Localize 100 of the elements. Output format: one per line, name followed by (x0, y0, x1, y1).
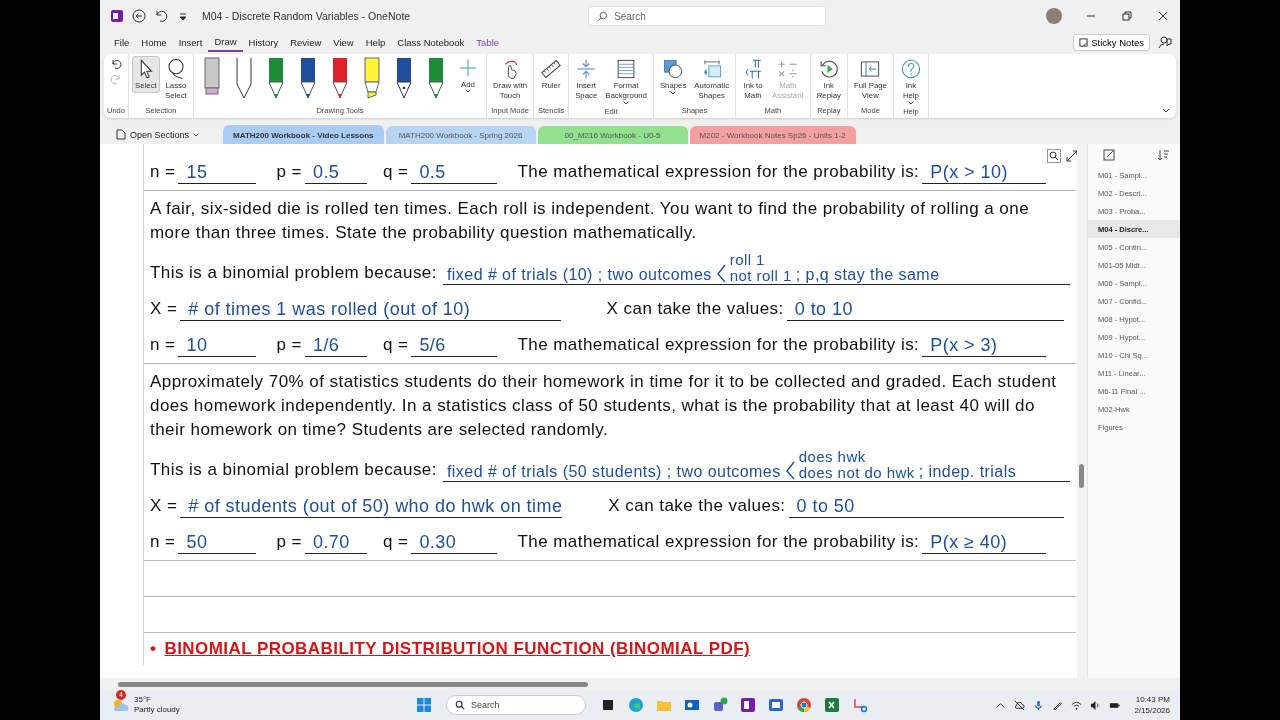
avatar[interactable] (1046, 8, 1062, 24)
shapes-icon (662, 58, 685, 80)
field-label: The mathematical expression for the probability is: (517, 162, 920, 183)
sort-icon[interactable] (1156, 148, 1170, 162)
chrome-icon[interactable] (796, 697, 812, 713)
browser-icon[interactable] (628, 697, 644, 713)
menu-tab[interactable]: History (242, 33, 285, 51)
answer-line: P(x > 3) (922, 334, 1047, 357)
undo-icon[interactable] (154, 9, 168, 23)
answer-line: fixed # of trials (50 students) ; two outcomes does hwk does not do hwk ; indep. trials (442, 449, 1070, 482)
caret-icon (193, 132, 200, 137)
answer-line: 50 (178, 531, 257, 554)
expand-icon[interactable] (1065, 149, 1077, 163)
menu-tab[interactable]: Review (284, 33, 328, 51)
menu-tab[interactable]: Draw (208, 32, 243, 52)
answer-line: 0.5 (304, 161, 367, 184)
open-sections-button[interactable]: Open Sections (110, 128, 206, 144)
pen-icon[interactable] (426, 56, 445, 100)
field-label: p = (276, 335, 302, 356)
menu-tab[interactable]: Help (359, 33, 392, 51)
app-logo-icon (110, 9, 124, 23)
question-text: Approximately 70% of statistics students do their homework in time for it to be collected and graded. Each student does homework independently. In a statistics class of 50 students, what is the probability that at least 40 will do their homework on time? Students are selected randomly. (150, 371, 1058, 441)
search-icon (597, 10, 609, 22)
menu-tab[interactable]: Table (470, 33, 506, 51)
answer-line: 1/6 (304, 334, 367, 357)
question-text: A fair, six-sided die is rolled ten times. Each roll is independent. You want to find the probability of rolling a one more than three times. State the probability question mathematically. (150, 198, 1031, 244)
menu-tab[interactable]: Home (135, 33, 173, 51)
operators-icon (776, 58, 799, 80)
field-label: This is a binomial problem because: (150, 263, 437, 284)
answer-line: fixed # of trials (10) ; two outcomes roll 1 not roll 1 ; p,q stay the same (442, 252, 1070, 285)
field-label: X = (150, 299, 178, 320)
pen-icon[interactable] (1052, 699, 1064, 711)
mail-app-icon[interactable] (684, 697, 700, 713)
restore-icon[interactable] (1120, 9, 1134, 23)
field-label: n = (150, 335, 176, 356)
start-icon[interactable] (416, 697, 432, 713)
field-label: q = (382, 532, 409, 553)
pen-icon[interactable] (298, 56, 317, 100)
close-icon[interactable] (1156, 9, 1170, 23)
field-label: n = (150, 162, 176, 183)
answer-line: P(x > 10) (922, 161, 1047, 184)
answer-line: 0.5 (411, 161, 498, 184)
menu-tab[interactable]: View (327, 33, 360, 51)
pencil-icon[interactable] (234, 56, 253, 100)
page-icon (116, 129, 126, 140)
section-tab[interactable]: 00_M216 Workbook - U0-5 (537, 126, 688, 144)
pen-icon[interactable] (330, 56, 349, 100)
feedback-icon[interactable] (1158, 35, 1172, 49)
collapse-icon[interactable] (1162, 108, 1170, 114)
section-heading: BINOMIAL PROBABILITY DISTRIBUTION FUNCTION (BINOMIAL PDF) (164, 639, 751, 659)
temperature: 35°F (134, 695, 152, 705)
bullet: • (150, 639, 157, 659)
answer-line: 0.70 (304, 531, 367, 554)
insert-space-icon (575, 58, 598, 80)
highlighter-icon[interactable] (362, 56, 381, 100)
answer-line: 10 (178, 334, 257, 357)
fountain-pen-icon[interactable] (394, 56, 413, 100)
chat-app-icon[interactable] (712, 697, 728, 713)
answer-line: # of times 1 was rolled (out of 10) (180, 298, 561, 321)
menu-tab[interactable]: Class Notebook (391, 33, 471, 51)
spreadsheet-app-icon[interactable] (824, 697, 840, 713)
answer-line: 0 to 10 (786, 298, 1064, 321)
pen-icon[interactable] (266, 56, 285, 100)
search-icon[interactable] (1047, 149, 1061, 163)
answer-line: # of students (out of 50) who do hwk on time (180, 495, 563, 518)
new-page-icon[interactable] (1102, 148, 1116, 162)
back-icon[interactable] (132, 9, 146, 23)
search-field[interactable]: Search (588, 6, 827, 26)
wifi-icon[interactable] (1071, 699, 1083, 711)
cloud-off-icon[interactable] (1014, 699, 1026, 711)
field-label: p = (276, 532, 302, 553)
field-label: X can take the values: (608, 496, 786, 517)
task-view-icon[interactable] (600, 697, 616, 713)
document-app-icon[interactable] (768, 697, 784, 713)
undo-icon[interactable] (109, 58, 122, 70)
field-label: The mathematical expression for the probability is: (517, 335, 920, 356)
answer-line: 0 to 50 (788, 495, 1064, 518)
menu-tab[interactable]: Insert (172, 33, 209, 51)
clock-date[interactable]: 2/15/2026 (1134, 705, 1170, 716)
taskbar-search[interactable]: Search (446, 695, 586, 715)
field-label: q = (382, 162, 409, 183)
section-tab[interactable]: MATH200 Workbook - Spring 2026 (385, 126, 536, 144)
sticky-notes-button[interactable]: Sticky Notes (1073, 33, 1150, 51)
field-label: X can take the values: (606, 299, 784, 320)
replay-icon (817, 58, 840, 80)
section-tab[interactable]: MATH200 Workbook - Video Lessons (223, 125, 384, 144)
speaker-icon[interactable] (1090, 699, 1102, 711)
section-tab[interactable]: M202 - Workbook Notes Sp26 - Units 1-2 (689, 126, 856, 144)
menu-tab[interactable]: File (108, 33, 136, 51)
field-label: This is a binomial problem because: (150, 460, 437, 481)
clock-time[interactable]: 10:43 PM (1135, 694, 1170, 705)
note-icon (1079, 37, 1089, 47)
microphone-icon[interactable] (1033, 699, 1045, 711)
field-label: q = (382, 335, 409, 356)
answer-line: 15 (178, 161, 257, 184)
search-icon (455, 700, 465, 710)
answer-line: 5/6 (411, 334, 498, 357)
caret-icon (464, 89, 471, 93)
notebook-app-icon[interactable] (740, 697, 756, 713)
field-label: n = (150, 532, 176, 553)
